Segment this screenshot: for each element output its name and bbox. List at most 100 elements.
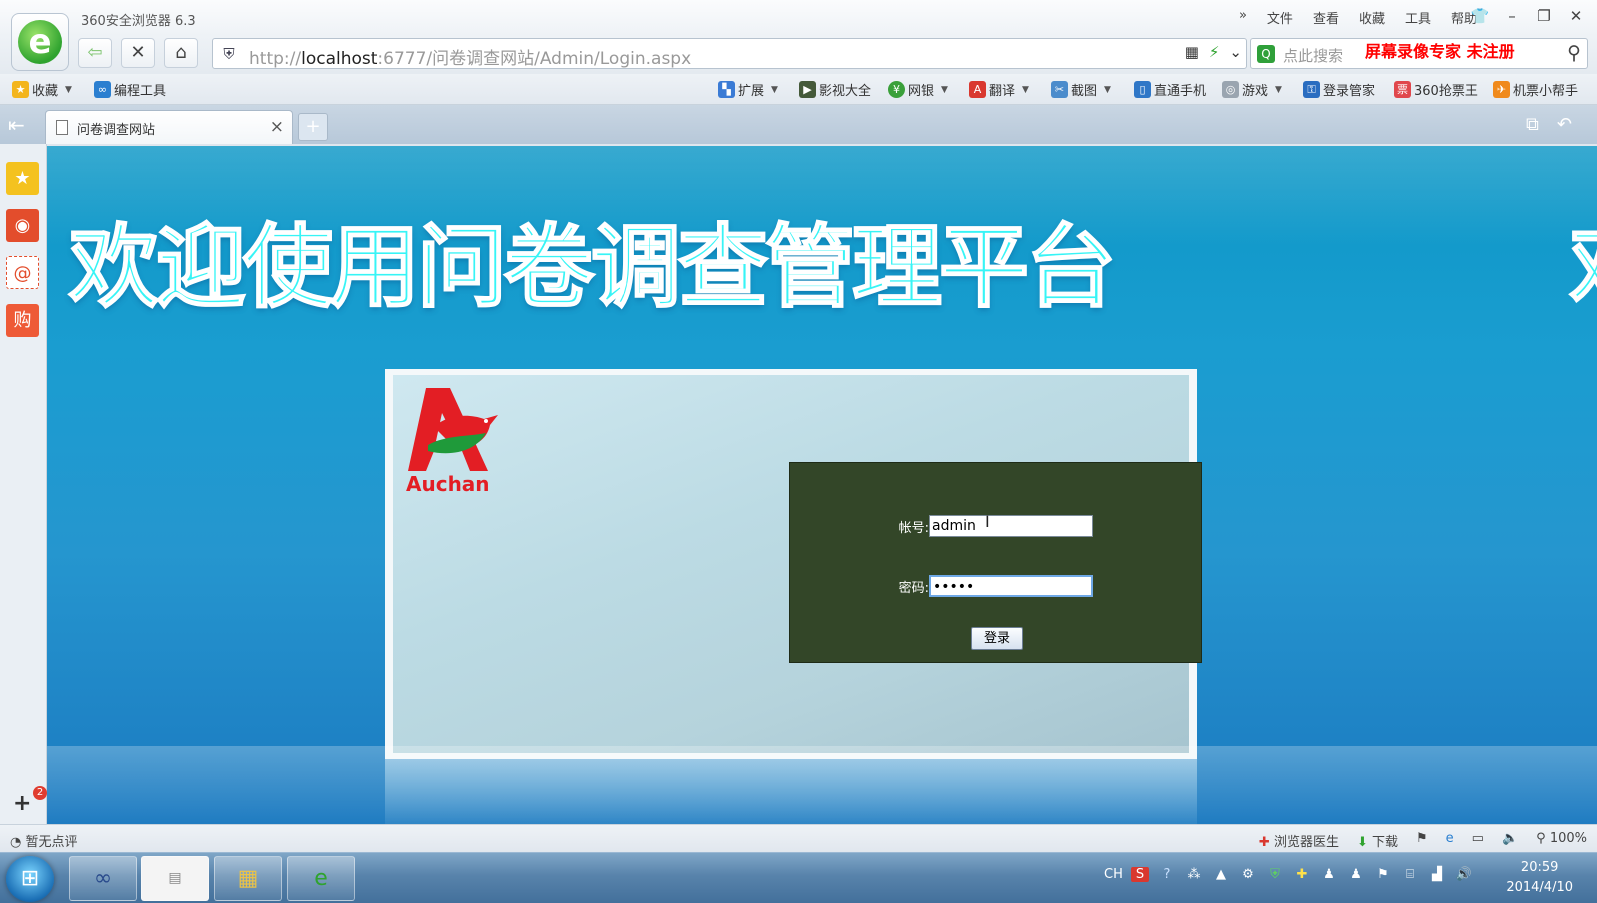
bookmark-extensions[interactable]: ▚ 扩展 ▼ [718, 80, 778, 99]
taskbar-document-icon[interactable]: ▤ [141, 856, 209, 901]
recorder-icon[interactable]: ⚙ [1239, 867, 1257, 882]
rating-status[interactable]: ◔ 暂无点评 [10, 831, 78, 850]
menu-favorites[interactable]: 收藏 [1359, 8, 1385, 27]
bookmarks-bar: ★ 收藏 ▼ ∞ 编程工具 ▚ 扩展 ▼ ▶ 影视大全 ¥ 网银 ▼ A 翻译 ▼ ✂ … [0, 74, 1597, 105]
browser-logo-icon[interactable]: e [11, 13, 69, 71]
video-icon: ▶ [799, 81, 816, 98]
start-button[interactable]: ⊞ [6, 856, 54, 902]
menu-bar: » 文件 查看 收藏 工具 帮助 [1239, 8, 1477, 27]
bank-icon: ¥ [888, 81, 905, 98]
translate-icon: A [969, 81, 986, 98]
sidebar-toggle-icon[interactable]: ⇤ [8, 113, 25, 137]
rating-icon: ◔ [10, 835, 22, 850]
password-row: 密码: ••••• [885, 575, 1093, 597]
taskbar-explorer-icon[interactable]: ▦ [214, 856, 282, 901]
flag-icon[interactable]: ⚑ [1416, 831, 1428, 850]
bookmark-login-manager[interactable]: ⚿ 登录管家 [1303, 80, 1375, 99]
help-icon[interactable]: ? [1158, 867, 1176, 882]
app-title: 360安全浏览器 6.3 [81, 14, 196, 29]
qrcode-icon[interactable]: ▦ [1185, 43, 1199, 61]
volume-icon[interactable]: 🔈 [1502, 831, 1518, 850]
close-window-button[interactable]: ✕ [1561, 4, 1591, 28]
qq-icon-2[interactable]: ♟ [1347, 867, 1365, 882]
menu-tools[interactable]: 工具 [1405, 8, 1431, 27]
security-guard-icon[interactable]: ⛨ [1266, 867, 1284, 882]
stop-button[interactable]: ✕ [121, 38, 155, 68]
network-icon[interactable]: ▟ [1428, 867, 1446, 882]
input-language[interactable]: CH [1104, 867, 1123, 882]
speaker-icon[interactable]: 🔊 [1455, 867, 1473, 882]
undo-close-icon[interactable]: ↶ [1557, 114, 1572, 135]
system-tray: CH S ? ⁂ ▲ ⚙ ⛨ ✚ ♟ ♟ ⚑ ⌸ ▟ 🔊 [1104, 867, 1473, 882]
close-tab-icon[interactable]: × [270, 117, 284, 137]
home-button[interactable]: ⌂ [164, 38, 198, 68]
power-icon[interactable]: ⌸ [1401, 867, 1419, 882]
auchan-logo-text: Auchan [406, 472, 490, 496]
zoom-control[interactable]: ⚲ 100% [1536, 831, 1587, 850]
action-center-flag-icon[interactable]: ⚑ [1374, 867, 1392, 882]
download-button[interactable]: ⬇ 下载 [1357, 831, 1398, 850]
taskbar-visual-studio-icon[interactable]: ∞ [69, 856, 137, 901]
bookmark-bank[interactable]: ¥ 网银 ▼ [888, 80, 948, 99]
menu-view[interactable]: 查看 [1313, 8, 1339, 27]
account-input[interactable]: admin [929, 515, 1093, 537]
plus-icon[interactable]: ✚ [1293, 867, 1311, 882]
email-icon[interactable]: @ [6, 256, 39, 289]
address-bar[interactable]: ⛨ http://localhost:6777/问卷调查网站/Admin/Log… [212, 38, 1247, 69]
shopping-icon[interactable]: 购 [6, 304, 39, 337]
favorites-star-icon[interactable]: ★ [6, 162, 39, 195]
speed-mode-icon[interactable]: ⚡ [1209, 43, 1220, 61]
bookmark-programming-tools[interactable]: ∞ 编程工具 [94, 80, 166, 99]
bookmark-games[interactable]: ◎ 游戏 ▼ [1222, 80, 1282, 99]
tab-survey-site[interactable]: 问卷调查网站 × [45, 110, 293, 144]
skin-icon[interactable]: 👕 [1465, 4, 1495, 28]
window-controls: 👕 – ❐ ✕ [1465, 4, 1591, 28]
star-icon: ★ [12, 81, 29, 98]
ime-icon[interactable]: ⁂ [1185, 867, 1203, 882]
screenshot-icon: ✂ [1051, 81, 1068, 98]
sogou-icon[interactable]: S [1131, 867, 1149, 882]
menu-more[interactable]: » [1239, 8, 1247, 27]
welcome-banner: 欢迎使用问卷调查管理平台 [68, 214, 1117, 321]
password-input[interactable]: ••••• [929, 575, 1093, 597]
bookmark-screenshot[interactable]: ✂ 截图 ▼ [1051, 80, 1111, 99]
taskbar-360-browser-icon[interactable]: e [287, 856, 355, 901]
search-engine-icon[interactable]: Q [1257, 45, 1275, 63]
back-button[interactable]: ⇦ [78, 38, 112, 68]
bookmark-favorites[interactable]: ★ 收藏 ▼ [12, 80, 72, 99]
security-shield-icon[interactable]: ⛨ [219, 44, 239, 64]
tab-bar-tools: ⧉ ↶ [1526, 114, 1572, 135]
tray-expand-icon[interactable]: ▲ [1212, 867, 1230, 882]
tab-label: 问卷调查网站 [77, 123, 156, 138]
plane-icon: ✈ [1493, 81, 1510, 98]
page-icon [56, 120, 68, 135]
menu-file[interactable]: 文件 [1267, 8, 1293, 27]
bookmark-flights[interactable]: ✈ 机票小帮手 [1493, 80, 1578, 99]
qq-icon[interactable]: ♟ [1320, 867, 1338, 882]
ie-mode-icon[interactable]: e [1446, 831, 1454, 850]
clock[interactable]: 20:59 2014/4/10 [1506, 858, 1573, 898]
bookmark-ticket[interactable]: 票 360抢票王 [1394, 80, 1478, 99]
account-label: 帐号: [898, 520, 929, 536]
restore-button[interactable]: ❐ [1529, 4, 1559, 28]
new-tab-button[interactable]: + [298, 113, 328, 141]
login-button[interactable]: 登录 [971, 627, 1023, 650]
url-text[interactable]: http://localhost:6777/问卷调查网站/Admin/Login… [249, 44, 691, 69]
bookmark-phone[interactable]: ▯ 直通手机 [1134, 80, 1206, 99]
bookmark-video[interactable]: ▶ 影视大全 [799, 80, 871, 99]
clock-date: 2014/4/10 [1506, 880, 1573, 895]
search-icon[interactable]: ⚲ [1567, 42, 1581, 64]
browser-doctor-button[interactable]: ✚ 浏览器医生 [1259, 831, 1339, 850]
window-icon[interactable]: ▭ [1472, 831, 1484, 850]
minimize-button[interactable]: – [1497, 4, 1527, 28]
tab-manager-icon[interactable]: ⧉ [1526, 114, 1539, 135]
dropdown-icon[interactable]: ⌄ [1229, 43, 1242, 61]
weibo-icon[interactable]: ◉ [6, 209, 39, 242]
bookmark-translate[interactable]: A 翻译 ▼ [969, 80, 1029, 99]
search-input[interactable]: 点此搜索 [1283, 45, 1343, 66]
ticket-icon: 票 [1394, 81, 1411, 98]
game-icon: ◎ [1222, 81, 1239, 98]
zoom-icon: ⚲ [1536, 831, 1546, 846]
add-sidebar-icon[interactable]: + [13, 791, 31, 816]
key-icon: ⚿ [1303, 81, 1320, 98]
